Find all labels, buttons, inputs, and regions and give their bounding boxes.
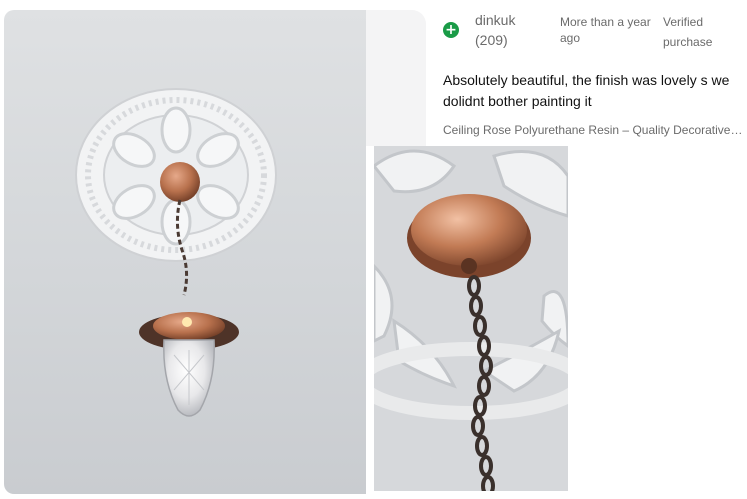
verified-purchase-label: Verified purchase bbox=[663, 15, 713, 49]
review-photo-ceiling-rose[interactable] bbox=[4, 10, 366, 494]
reviewer-username[interactable]: dinkuk bbox=[475, 12, 515, 28]
plus-circle-icon: + bbox=[443, 22, 459, 38]
reviewer-feedback-count: (209) bbox=[475, 32, 508, 48]
review-timestamp: More than a year ago bbox=[560, 15, 651, 45]
ceiling-rose-pendant-image bbox=[75, 88, 277, 417]
review-body-text: Absolutely beautiful, the finish was lov… bbox=[443, 72, 730, 109]
reviewed-item-title-link[interactable]: Ceiling Rose Polyurethane Resin – Qualit… bbox=[443, 123, 745, 137]
photo-panel-background bbox=[366, 10, 426, 146]
copper-canopy-closeup-image bbox=[374, 146, 568, 491]
review-photo-canopy-closeup[interactable] bbox=[374, 146, 568, 491]
review-card: + dinkuk (209) More than a year ago Veri… bbox=[0, 0, 747, 499]
